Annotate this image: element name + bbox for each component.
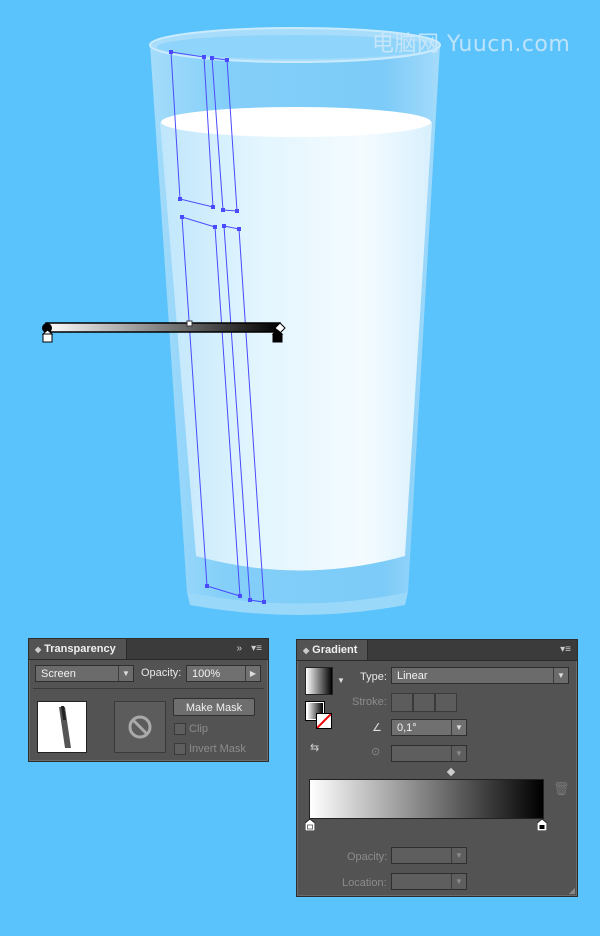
stop-opacity-input[interactable]: ▼ bbox=[391, 847, 467, 864]
blend-mode-value: Screen bbox=[41, 668, 76, 680]
panel-collapse-icon[interactable]: » bbox=[236, 642, 242, 656]
swatch-dropdown-icon[interactable]: ▼ bbox=[337, 676, 345, 685]
make-mask-button[interactable]: Make Mask bbox=[173, 698, 255, 716]
no-symbol-icon bbox=[128, 715, 152, 739]
artboard: 电脑网 Yuucn.com bbox=[0, 0, 600, 620]
glass-illustration bbox=[41, 27, 441, 615]
tab-arrows-icon: ◆ bbox=[303, 646, 310, 655]
opacity-input[interactable]: 100% ▶ bbox=[186, 665, 261, 682]
midpoint-diamond-icon[interactable] bbox=[446, 767, 456, 777]
opacity-value: 100% bbox=[192, 668, 221, 680]
type-select[interactable]: Linear ▼ bbox=[391, 667, 569, 684]
panel-tabbar: ◆ Gradient ▾≡ bbox=[297, 640, 577, 661]
chevron-down-icon: ▼ bbox=[451, 720, 466, 735]
reverse-gradient-icon[interactable]: ⇆ bbox=[310, 741, 319, 754]
opacity-label: Opacity: bbox=[141, 667, 182, 679]
chevron-down-icon: ▼ bbox=[451, 874, 466, 889]
stop-location-label: Location: bbox=[342, 877, 387, 889]
chevron-down-icon: ▼ bbox=[553, 668, 568, 683]
stroke-within-button[interactable] bbox=[391, 693, 413, 712]
tab-arrows-icon: ◆ bbox=[35, 645, 42, 654]
aspect-ratio-icon: ⊙ bbox=[371, 746, 381, 758]
thumbnail-art bbox=[59, 706, 71, 748]
trash-icon[interactable]: 🗑 bbox=[553, 781, 570, 797]
transparency-panel: ◆ Transparency » ▾≡ Screen ▼ Opacity: 100… bbox=[28, 638, 269, 762]
type-value: Linear bbox=[397, 670, 428, 682]
angle-icon: ∠ bbox=[372, 722, 382, 734]
stroke-swatch[interactable] bbox=[316, 713, 332, 729]
type-label: Type: bbox=[360, 671, 387, 683]
color-stop-white[interactable] bbox=[305, 819, 315, 831]
invert-mask-label: Invert Mask bbox=[189, 743, 246, 755]
stop-location-input[interactable]: ▼ bbox=[391, 873, 467, 890]
mask-thumbnail[interactable] bbox=[114, 701, 166, 753]
aspect-ratio-input[interactable]: ▼ bbox=[391, 745, 467, 762]
stop-opacity-label: Opacity: bbox=[347, 851, 388, 863]
resize-grip-icon[interactable]: ◢ bbox=[569, 886, 575, 895]
chevron-down-icon: ▼ bbox=[118, 666, 133, 681]
stroke-across-button[interactable] bbox=[435, 693, 457, 712]
panel-tabbar: ◆ Transparency » ▾≡ bbox=[29, 639, 268, 660]
panel-menu-icon[interactable]: ▾≡ bbox=[251, 642, 262, 656]
angle-input[interactable]: 0,1° ▼ bbox=[391, 719, 467, 736]
gradient-panel: ◆ Gradient ▾≡ ▼ ⇆ Type: Linear ▼ Stroke: … bbox=[296, 639, 578, 897]
stroke-label: Stroke: bbox=[352, 696, 387, 708]
watermark: 电脑网 Yuucn.com bbox=[372, 32, 571, 57]
gradient-swatch[interactable] bbox=[305, 667, 333, 695]
tab-label: Gradient bbox=[312, 644, 358, 656]
object-thumbnail[interactable] bbox=[37, 701, 87, 753]
tab-transparency[interactable]: ◆ Transparency bbox=[29, 639, 127, 659]
clip-label: Clip bbox=[189, 723, 208, 735]
panel-divider bbox=[33, 688, 264, 689]
invert-mask-checkbox[interactable] bbox=[174, 743, 186, 755]
chevron-down-icon: ▼ bbox=[451, 848, 466, 863]
none-icon bbox=[317, 714, 331, 728]
chevron-right-icon: ▶ bbox=[245, 666, 260, 681]
tab-label: Transparency bbox=[44, 643, 116, 655]
panel-menu-icon[interactable]: ▾≡ bbox=[560, 643, 571, 657]
blend-mode-select[interactable]: Screen ▼ bbox=[35, 665, 134, 682]
tab-gradient[interactable]: ◆ Gradient bbox=[297, 640, 369, 660]
angle-value: 0,1° bbox=[397, 722, 417, 734]
chevron-down-icon: ▼ bbox=[451, 746, 466, 761]
clip-checkbox[interactable] bbox=[174, 723, 186, 735]
stroke-along-button[interactable] bbox=[413, 693, 435, 712]
color-stop-black[interactable] bbox=[537, 819, 547, 831]
gradient-ramp[interactable] bbox=[309, 779, 544, 819]
